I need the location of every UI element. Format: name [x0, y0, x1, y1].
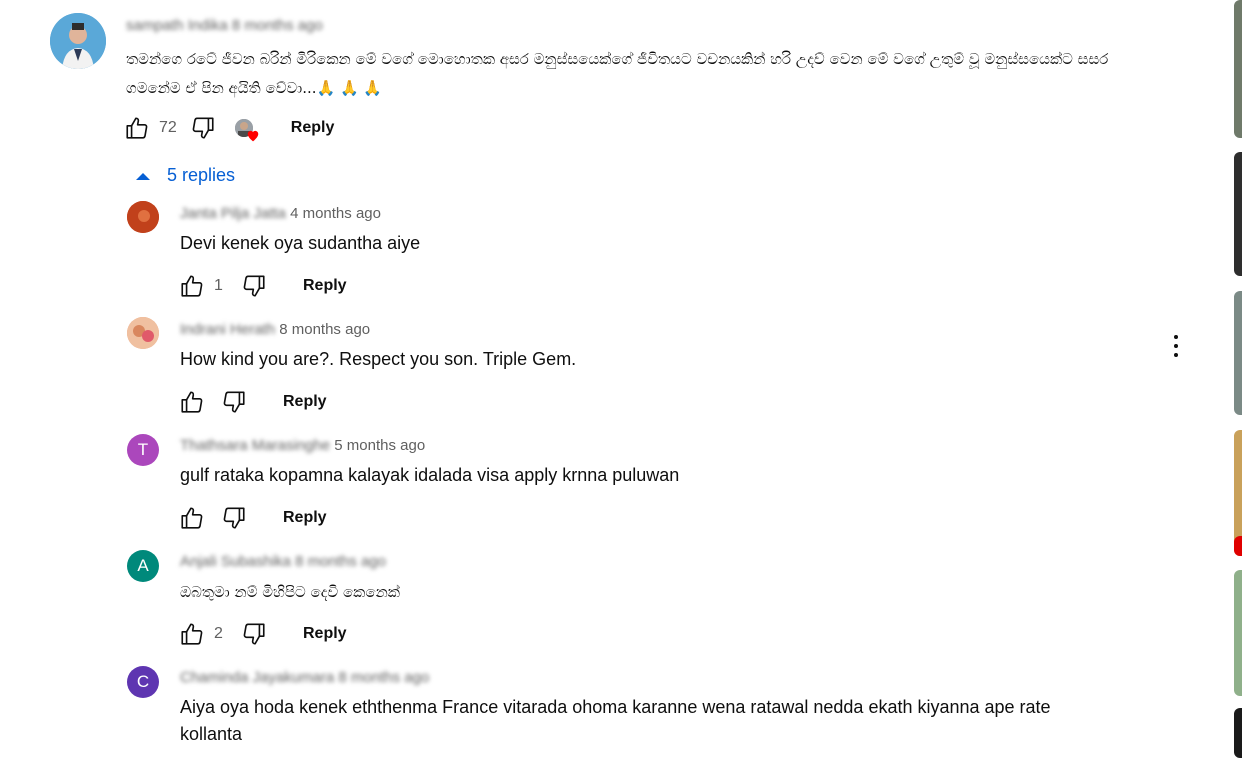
reply-header: Chaminda Jayakumara 8 months ago — [180, 669, 429, 686]
reply-action-bar: Reply — [178, 504, 327, 532]
sidebar-video-thumbnail[interactable] — [1234, 0, 1242, 138]
caret-up-icon — [136, 172, 150, 180]
comment-header: sampath Indika 8 months ago — [126, 17, 323, 34]
reply-author-avatar[interactable]: C — [127, 666, 159, 698]
comment-author-avatar[interactable] — [50, 13, 106, 69]
comment-author-name[interactable]: sampath Indika — [126, 17, 228, 34]
like-button[interactable] — [178, 620, 206, 648]
sidebar-video-thumbnail[interactable] — [1234, 536, 1242, 556]
reply-button[interactable]: Reply — [303, 625, 347, 643]
replies-toggle[interactable]: 5 replies — [134, 165, 235, 186]
reply-timestamp[interactable]: 4 months ago — [290, 205, 381, 222]
reply-header: Anjali Subashika 8 months ago — [180, 553, 386, 570]
more-vert-icon-dot — [1174, 353, 1178, 357]
thumbs-down-icon — [243, 623, 265, 645]
thumbs-down-icon — [223, 391, 245, 413]
reply-author-avatar[interactable]: T — [127, 434, 159, 466]
thumbs-up-icon — [181, 507, 203, 529]
thumbs-down-icon — [223, 507, 245, 529]
reply-timestamp[interactable]: 5 months ago — [334, 437, 425, 454]
comment-timestamp[interactable]: 8 months ago — [232, 17, 323, 34]
avatar-letter: A — [137, 556, 149, 575]
reply-text: How kind you are?. Respect you son. Trip… — [180, 349, 577, 369]
comment-action-bar: 72 Reply — [123, 114, 334, 142]
like-button[interactable] — [123, 114, 151, 142]
thumbs-down-icon — [192, 117, 214, 139]
like-button[interactable] — [178, 272, 206, 300]
like-button[interactable] — [178, 504, 206, 532]
like-button[interactable] — [178, 388, 206, 416]
thumbs-up-icon — [126, 117, 148, 139]
reply-text: ඔබතුමා නම් මිහිපිට දෙවි කෙනෙක් — [180, 583, 400, 601]
reply-timestamp[interactable]: 8 months ago — [279, 321, 370, 338]
dislike-button[interactable] — [240, 620, 268, 648]
sidebar-video-thumbnail[interactable] — [1234, 291, 1242, 415]
sidebar-video-thumbnail[interactable] — [1234, 570, 1242, 696]
reply-author-name[interactable]: Janta Pilja Jatta — [180, 205, 286, 222]
reply-header: Janta Pilja Jatta 4 months ago — [180, 205, 381, 222]
more-actions-button[interactable] — [1174, 335, 1178, 357]
dislike-button[interactable] — [240, 272, 268, 300]
comment-text: තමන්ගෙ රටේ ජීවන බරින් මිරිකෙන මේ වගේ මොහ… — [126, 50, 1109, 97]
reply-author-avatar[interactable] — [127, 201, 159, 233]
reply-button[interactable]: Reply — [283, 393, 327, 411]
reply-timestamp[interactable]: 8 months ago — [338, 669, 429, 686]
dislike-button[interactable] — [220, 388, 248, 416]
reply-action-bar: 2 Reply — [178, 620, 347, 648]
reply-button[interactable]: Reply — [283, 509, 327, 527]
thumbs-up-icon — [181, 391, 203, 413]
reply-header: Thathsara Marasinghe 5 months ago — [180, 437, 425, 454]
sidebar-video-thumbnail[interactable] — [1234, 708, 1242, 758]
reply-text: Aiya oya hoda kenek eththenma France vit… — [180, 697, 1051, 744]
reply-author-avatar[interactable] — [127, 317, 159, 349]
reply-timestamp[interactable]: 8 months ago — [295, 553, 386, 570]
avatar-letter: C — [136, 672, 150, 691]
thumbs-up-icon — [181, 623, 203, 645]
avatar-letter: T — [137, 440, 149, 459]
reply-text: Devi kenek oya sudantha aiye — [180, 233, 421, 253]
reply-action-bar: Reply — [178, 388, 327, 416]
thumbs-up-icon — [181, 275, 203, 297]
reply-author-name[interactable]: Thathsara Marasinghe — [180, 437, 330, 454]
sidebar-video-thumbnail[interactable] — [1234, 152, 1242, 276]
reply-header: Indrani Herath 8 months ago — [180, 321, 370, 338]
like-count: 2 — [214, 625, 223, 642]
reply-author-name[interactable]: Chaminda Jayakumara — [180, 669, 334, 686]
more-vert-icon-dot — [1174, 335, 1178, 339]
reply-action-bar: 1 Reply — [178, 272, 347, 300]
dislike-button[interactable] — [220, 504, 248, 532]
reply-button[interactable]: Reply — [303, 277, 347, 295]
heart-icon — [247, 130, 259, 142]
creator-heart-badge — [233, 115, 259, 142]
more-vert-icon-dot — [1174, 344, 1178, 348]
reply-author-name[interactable]: Indrani Herath — [180, 321, 275, 338]
reply-text: gulf rataka kopamna kalayak idalada visa… — [180, 465, 680, 485]
thumbs-down-icon — [243, 275, 265, 297]
replies-toggle-label: 5 replies — [167, 165, 236, 185]
reply-author-avatar[interactable]: A — [127, 550, 159, 582]
reply-button[interactable]: Reply — [291, 119, 335, 137]
like-count: 72 — [159, 119, 177, 136]
reply-author-name[interactable]: Anjali Subashika — [180, 553, 291, 570]
like-count: 1 — [214, 277, 223, 294]
dislike-button[interactable] — [189, 114, 217, 142]
